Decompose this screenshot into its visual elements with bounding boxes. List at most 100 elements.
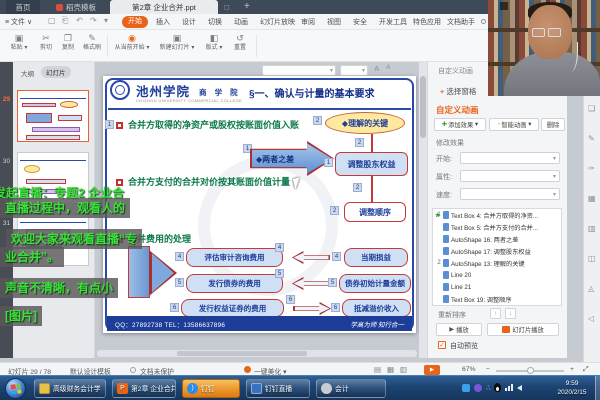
bullet-text-1[interactable]: 合并方取得的净资产或股权按账面价值入账 xyxy=(128,118,299,131)
format-painter-button[interactable]: ✎ 格式刷 xyxy=(80,33,104,52)
side-tool-icon[interactable]: ✑ xyxy=(588,164,595,173)
ribbon-tab-animation[interactable]: 动画 xyxy=(234,17,248,27)
normal-view-icon[interactable]: ▤ xyxy=(374,365,381,374)
ribbon-tab-insert[interactable]: 插入 xyxy=(156,17,170,27)
tab-document[interactable]: 第2章 企业合并.ppt xyxy=(110,0,218,14)
fullscreen-icon[interactable]: ⤢ xyxy=(583,366,588,374)
slide-canvas[interactable]: 池州学院 商 学 院 CHIZHOU UNIVERSITY COMMERCIAL… xyxy=(103,76,416,333)
animation-list-item[interactable]: ★Text Box 5: 合并方支付的合并... xyxy=(433,221,561,233)
tray-app-icon[interactable] xyxy=(474,384,482,392)
scrollbar-thumb[interactable] xyxy=(177,351,307,356)
show-desktop-button[interactable] xyxy=(595,376,600,400)
scrollbar-thumb[interactable] xyxy=(420,76,426,138)
file-menu[interactable]: ≡ 文件 ∨ xyxy=(5,17,32,27)
paste-button[interactable]: ▣ 粘贴 ▾ xyxy=(6,33,32,52)
select-pane-button[interactable]: ⌖ 选择窗格 xyxy=(440,86,476,97)
tab-docer-template[interactable]: 稻壳模板 xyxy=(44,0,108,14)
font-size-combo[interactable]: ▾ xyxy=(340,65,368,76)
animation-list-item[interactable]: ★Text Box 19: 调整顺序 xyxy=(433,293,561,305)
ribbon-tab-doc-assistant[interactable]: 文档助手 xyxy=(447,17,475,27)
tray-app-icon[interactable] xyxy=(462,384,470,392)
play-from-current-button[interactable]: ◉ 从当前开始 ▾ xyxy=(111,33,153,52)
redo-icon[interactable]: ↷ xyxy=(90,16,97,25)
side-tool-icon[interactable]: ✎ xyxy=(588,134,595,143)
flow-left-box-2[interactable]: 发行债券的费用 xyxy=(186,274,283,293)
taskbar-chat-window[interactable]: 会计 xyxy=(316,379,386,398)
layout-button[interactable]: ◧ 版式 ▾ xyxy=(202,33,226,52)
zoom-out-button[interactable]: − xyxy=(486,366,490,373)
ribbon-tab-view[interactable]: 视图 xyxy=(327,17,341,27)
key-ellipse-shape[interactable]: ◆理解的关键 xyxy=(325,112,405,134)
ribbon-tab-home[interactable]: 开始 xyxy=(122,16,148,28)
animation-list-item[interactable]: ★Line 20 xyxy=(433,269,561,281)
start-button[interactable] xyxy=(5,378,26,399)
taskbar-dingtalk-live-window[interactable]: 钉钉直播 xyxy=(246,379,310,398)
side-tool-icon[interactable]: ◬ xyxy=(588,284,594,293)
reset-button[interactable]: ↺ 重置 xyxy=(230,33,250,52)
move-up-button[interactable]: ↑ xyxy=(490,308,501,319)
tab-outline[interactable]: 大纲 xyxy=(21,68,34,78)
animation-list-item[interactable]: ★AutoShape 17: 调整股东权益 xyxy=(433,245,561,257)
zoom-slider-thumb[interactable] xyxy=(527,367,534,374)
tab-home[interactable]: 首页 xyxy=(6,0,40,14)
bullet-text-2[interactable]: 合并方支付的合并对价按其账面价值计量 xyxy=(128,175,290,188)
comment-icon[interactable]: ◻ xyxy=(224,3,230,11)
delete-effect-button[interactable]: 删除 xyxy=(541,118,565,131)
undo-icon[interactable]: ↶ xyxy=(76,16,83,25)
ribbon-tab-slideshow[interactable]: 幻灯片放映 xyxy=(260,17,295,27)
slideshow-button[interactable]: 幻灯片播放 xyxy=(487,323,559,336)
zoom-in-button[interactable]: + xyxy=(570,366,574,373)
volume-icon[interactable] xyxy=(517,385,522,391)
animation-list-item[interactable]: 1★Text Box 4: 合并方取得的净资... xyxy=(433,209,561,221)
ribbon-tab-devtools[interactable]: 开发工具 xyxy=(379,17,407,27)
taskbar-dingtalk-window[interactable]: ) 钉钉 xyxy=(182,379,240,398)
vertical-scrollbar[interactable] xyxy=(419,62,427,358)
flow-right-box-2[interactable]: 债券初始计量金额 xyxy=(339,274,411,293)
print-icon[interactable]: ⎗ xyxy=(62,16,68,26)
ribbon-tab-special-apps[interactable]: 特色应用 xyxy=(413,17,441,27)
qq-penguin-icon[interactable] xyxy=(494,383,501,392)
flow-left-box-1[interactable]: 评估审计咨询费用 xyxy=(186,248,283,267)
quickbar-caret-icon[interactable]: ▾ xyxy=(104,16,108,25)
ribbon-tab-security[interactable]: 安全 xyxy=(353,17,367,27)
equity-box-shape[interactable]: 调整股东权益 xyxy=(335,152,408,176)
smart-animation-button[interactable]: ◔智能动画 ▾ xyxy=(489,118,539,131)
speed-combo[interactable]: ▾ xyxy=(460,188,560,200)
side-tool-icon[interactable]: ▦ xyxy=(588,194,596,203)
order-box-shape[interactable]: 调整顺序 xyxy=(344,202,406,222)
flow-right-box-1[interactable]: 当期损益 xyxy=(344,248,408,267)
move-down-button[interactable]: ↓ xyxy=(505,308,516,319)
horizontal-scrollbar[interactable] xyxy=(97,350,417,357)
decrease-font-icon[interactable]: A xyxy=(386,64,391,71)
animation-list-item[interactable]: 2★AutoShape 13: 理解的关键 xyxy=(433,257,561,269)
save-icon[interactable]: ▢ xyxy=(48,16,56,25)
side-tool-icon[interactable]: ❏ xyxy=(588,104,595,113)
reading-view-icon[interactable]: ▥ xyxy=(400,365,407,374)
elbow-arrow-shape[interactable] xyxy=(128,246,150,298)
tray-expand-icon[interactable]: ∴ xyxy=(486,384,490,392)
slideshow-play-button[interactable]: ▶ xyxy=(424,365,440,375)
property-combo[interactable]: ▾ xyxy=(460,170,560,182)
animation-list-item[interactable]: ★AutoShape 16: 两者之差 xyxy=(433,233,561,245)
ribbon-tab-transition[interactable]: 切换 xyxy=(208,17,222,27)
increase-font-icon[interactable]: A xyxy=(374,64,379,73)
new-slide-button[interactable]: ▣ 新建幻灯片 ▾ xyxy=(156,33,198,52)
copy-button[interactable]: ❐ 复制 xyxy=(58,33,78,52)
font-family-combo[interactable]: ▾ xyxy=(262,65,336,76)
side-tool-icon[interactable]: ◫ xyxy=(588,254,596,263)
taskbar-ppt-window[interactable]: P 第2章 企业合并.p... xyxy=(112,379,176,398)
taskbar-folder-window[interactable]: 高级财务会计学 xyxy=(34,379,106,398)
animation-list-item[interactable]: ★Line 21 xyxy=(433,281,561,293)
side-tool-icon[interactable]: ▥ xyxy=(588,224,596,233)
flow-left-box-3[interactable]: 发行权益证券的费用 xyxy=(181,299,284,317)
ribbon-tab-review[interactable]: 审阅 xyxy=(301,17,315,27)
slide-title[interactable]: §一、确认与计量的基本要求 xyxy=(249,85,375,100)
play-button[interactable]: ▶播放 xyxy=(436,323,482,336)
side-tool-icon[interactable]: ◁ xyxy=(588,314,594,323)
taskbar-clock[interactable]: 9:59 2020/2/15 xyxy=(551,379,593,397)
auto-preview-checkbox[interactable]: ✓ xyxy=(438,341,446,349)
sorter-view-icon[interactable]: ▦ xyxy=(387,365,394,374)
tab-slides[interactable]: 幻灯片 xyxy=(41,66,71,78)
slide-thumbnail-29[interactable] xyxy=(17,90,89,142)
cut-button[interactable]: ✂ 剪切 xyxy=(36,33,56,52)
